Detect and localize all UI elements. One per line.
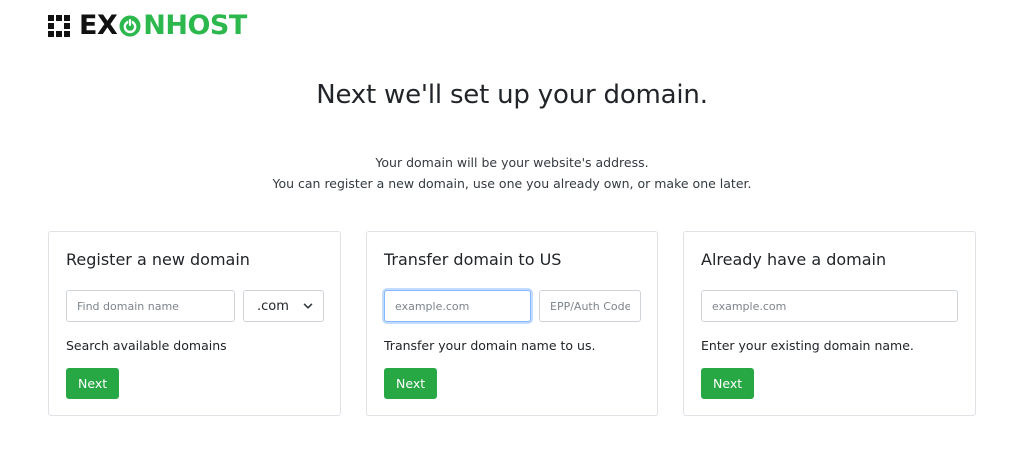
- register-card-title: Register a new domain: [66, 250, 250, 269]
- logo-text-ex: EX: [79, 10, 118, 41]
- existing-domain-input[interactable]: [701, 290, 958, 322]
- page-title: Next we'll set up your domain.: [316, 80, 708, 110]
- transfer-next-button[interactable]: Next: [384, 368, 438, 399]
- subtitle-line-2: You can register a new domain, use one y…: [272, 176, 752, 191]
- register-help-text: Search available domains: [66, 338, 227, 353]
- register-domain-card: Register a new domain .com Search availa…: [48, 231, 341, 416]
- existing-card-title: Already have a domain: [701, 250, 887, 269]
- transfer-card-title: Transfer domain to US: [384, 250, 562, 269]
- transfer-domain-input[interactable]: [384, 290, 531, 322]
- logo-grid-icon: [48, 15, 70, 37]
- power-icon: [119, 15, 141, 37]
- tld-selected-value: .com: [257, 298, 289, 314]
- logo-text-nhost: NHOST: [143, 10, 247, 41]
- register-next-button[interactable]: Next: [66, 368, 120, 399]
- page-subtitle: Your domain will be your website's addre…: [0, 152, 1024, 194]
- find-domain-input[interactable]: [66, 290, 235, 322]
- tld-select[interactable]: .com: [243, 290, 324, 322]
- chevron-down-icon: [303, 303, 313, 309]
- domain-setup-page: EX NHOST Next we'll set up your domain. …: [0, 0, 1024, 464]
- existing-next-button[interactable]: Next: [701, 368, 755, 399]
- logo-wordmark: EX NHOST: [79, 11, 247, 41]
- transfer-help-text: Transfer your domain name to us.: [384, 338, 596, 353]
- existing-help-text: Enter your existing domain name.: [701, 338, 914, 353]
- existing-domain-card: Already have a domain Enter your existin…: [683, 231, 976, 416]
- subtitle-line-1: Your domain will be your website's addre…: [375, 155, 649, 170]
- epp-auth-code-input[interactable]: [539, 290, 641, 322]
- transfer-domain-card: Transfer domain to US Transfer your doma…: [366, 231, 658, 416]
- exonhost-logo[interactable]: EX NHOST: [48, 11, 247, 41]
